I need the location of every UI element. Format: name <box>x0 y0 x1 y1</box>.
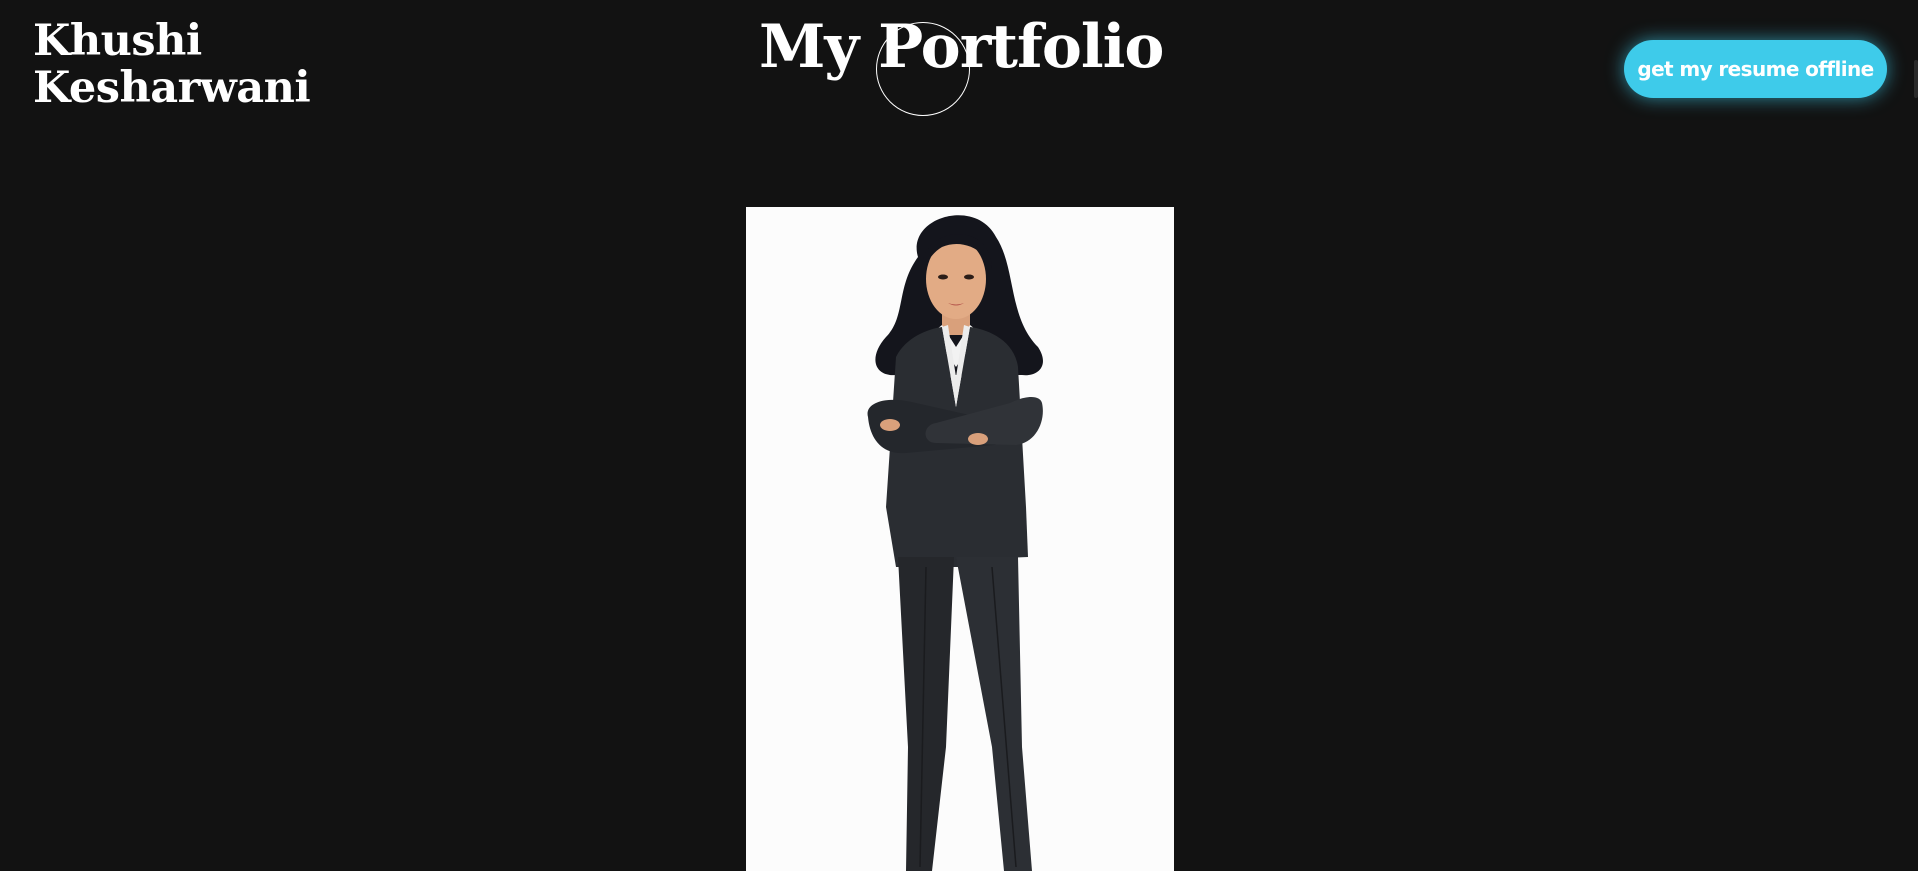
owner-last-name: Kesharwani <box>33 63 311 113</box>
portrait-image <box>746 207 1174 871</box>
portrait-illustration <box>746 207 1174 871</box>
get-resume-button[interactable]: get my resume offline <box>1624 40 1887 98</box>
portfolio-page: Khushi Kesharwani My Portfolio get my re… <box>0 0 1918 871</box>
owner-first-name: Khushi <box>33 16 202 66</box>
scrollbar-thumb[interactable] <box>1914 60 1918 98</box>
page-title: My Portfolio <box>759 12 1164 82</box>
site-owner-name: Khushi Kesharwani <box>33 16 311 113</box>
